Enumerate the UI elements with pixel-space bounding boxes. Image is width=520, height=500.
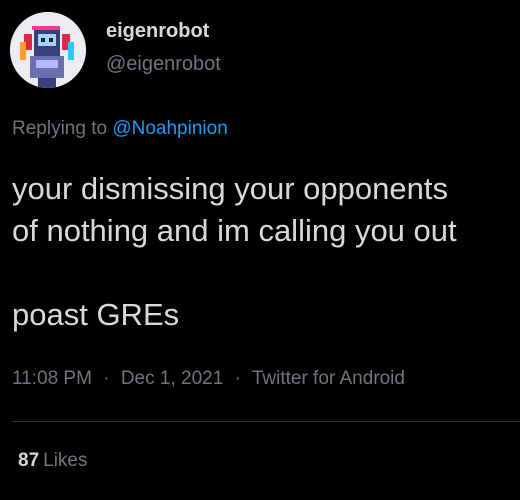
tweet-source[interactable]: Twitter for Android [252, 368, 405, 389]
divider [12, 421, 520, 422]
likes-count: 87 [18, 450, 40, 471]
meta-separator: · [234, 368, 241, 389]
tweet-text-line: your dismissing your opponents [12, 171, 448, 206]
tweet-text: your dismissing your opponents of nothin… [12, 168, 520, 336]
meta-separator: · [103, 368, 110, 389]
likes-label: Likes [43, 450, 88, 471]
likes-stat[interactable]: 87 Likes [18, 450, 88, 472]
tweet-text-line: of nothing and im calling you out [12, 213, 457, 248]
avatar[interactable] [10, 12, 86, 88]
tweet-time[interactable]: 11:08 PM [12, 368, 92, 389]
tweet-text-line: poast GREs [12, 297, 180, 332]
tweet-metadata: 11:08 PM · Dec 1, 2021 · Twitter for And… [12, 368, 405, 390]
replying-to: Replying to @Noahpinion [12, 118, 228, 140]
tweet-date[interactable]: Dec 1, 2021 [121, 368, 223, 389]
reply-mention-link[interactable]: @Noahpinion [112, 118, 227, 139]
replying-to-label: Replying to [12, 118, 108, 139]
display-name[interactable]: eigenrobot [106, 20, 209, 43]
robot-avatar-icon [10, 12, 86, 88]
user-handle[interactable]: @eigenrobot [106, 53, 221, 76]
